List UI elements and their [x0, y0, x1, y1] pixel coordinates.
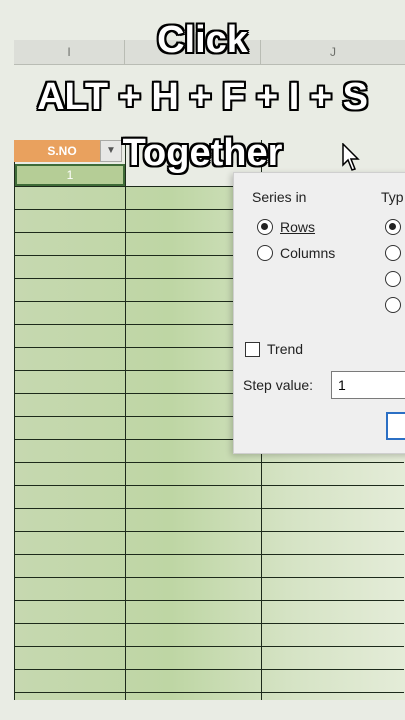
table-row-line — [14, 623, 404, 624]
table-row-line — [14, 577, 404, 578]
table-row-line — [14, 669, 404, 670]
columns-label[interactable]: Columns — [280, 245, 335, 261]
type-label: Typ — [381, 189, 404, 205]
table-row-line — [14, 485, 404, 486]
table-row-line — [14, 692, 404, 693]
instruction-line-2: ALT + H + F + I + S — [37, 76, 368, 118]
type-radio-growth[interactable] — [385, 245, 401, 261]
step-value-input[interactable]: 1 — [331, 371, 405, 399]
trend-label[interactable]: Trend — [267, 341, 303, 357]
ok-button[interactable] — [386, 412, 405, 440]
table-row-line — [14, 554, 404, 555]
rows-label[interactable]: Rows — [280, 219, 315, 235]
table-border-left — [14, 140, 15, 700]
rows-radio[interactable] — [257, 219, 273, 235]
table-row-line — [14, 508, 404, 509]
table-row-line — [14, 462, 404, 463]
instruction-line-3: Together — [122, 132, 283, 174]
series-in-label: Series in — [252, 189, 307, 205]
table-row-line — [14, 646, 404, 647]
table-row-line — [14, 531, 404, 532]
instruction-line-1: Click — [157, 19, 248, 61]
columns-radio[interactable] — [257, 245, 273, 261]
trend-checkbox[interactable] — [245, 342, 260, 357]
type-radio-linear[interactable] — [385, 219, 401, 235]
table-column-divider — [125, 140, 126, 700]
step-value-label: Step value: — [243, 377, 314, 393]
series-dialog: Series in Typ Rows Columns Trend Step va… — [233, 172, 405, 454]
table-row-line — [14, 600, 404, 601]
type-radio-autofill[interactable] — [385, 297, 401, 313]
type-radio-date[interactable] — [385, 271, 401, 287]
